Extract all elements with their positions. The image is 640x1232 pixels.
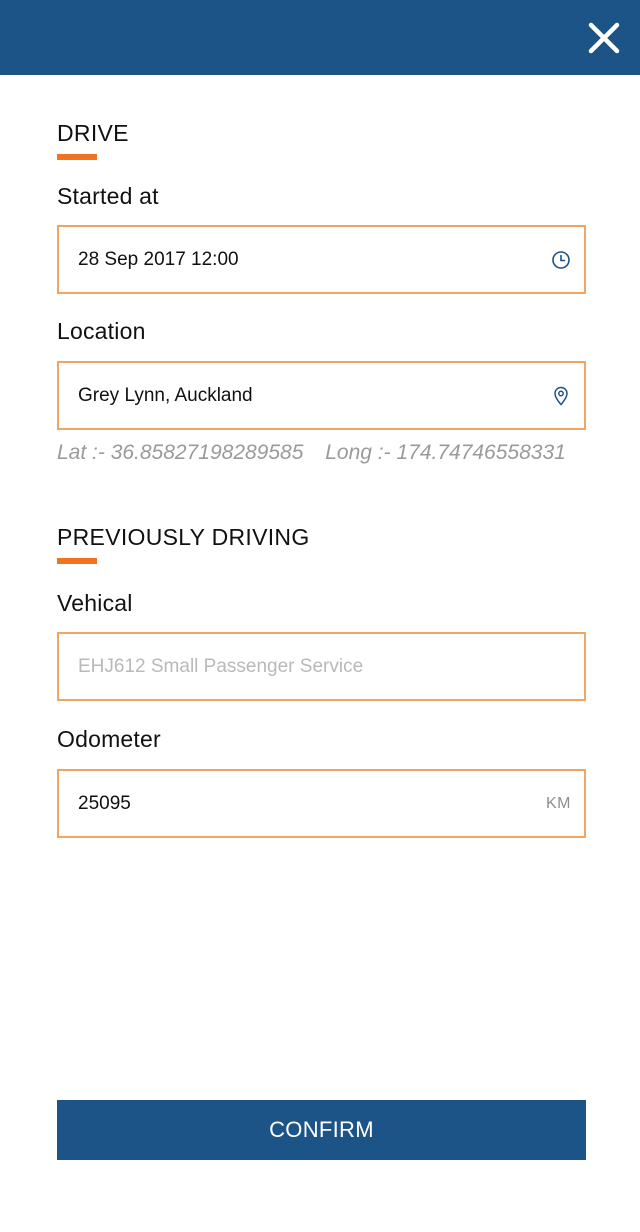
started-at-field[interactable]: 28 Sep 2017 12:00 (57, 225, 586, 294)
odometer-field[interactable]: 25095 KM (57, 769, 586, 838)
started-at-value: 28 Sep 2017 12:00 (78, 248, 239, 270)
previously-driving-title-underline (57, 558, 97, 564)
vehicle-label: Vehical (57, 590, 133, 616)
drive-section-title: DRIVE (57, 120, 129, 146)
longitude-text: Long :- 174.74746558331 (325, 441, 566, 464)
previously-driving-section-title: PREVIOUSLY DRIVING (57, 524, 310, 550)
odometer-value: 25095 (78, 792, 131, 814)
close-icon (588, 22, 620, 54)
location-field[interactable]: Grey Lynn, Auckland (57, 361, 586, 430)
location-label: Location (57, 318, 146, 344)
map-pin-icon[interactable] (550, 385, 572, 407)
confirm-button[interactable]: CONFIRM (57, 1100, 586, 1160)
started-at-label: Started at (57, 183, 159, 209)
close-button[interactable] (586, 20, 622, 56)
vehicle-field[interactable]: EHJ612 Small Passenger Service (57, 632, 586, 701)
location-value: Grey Lynn, Auckland (78, 384, 253, 406)
top-bar (0, 0, 640, 75)
odometer-unit: KM (546, 794, 571, 812)
vehicle-placeholder: EHJ612 Small Passenger Service (78, 655, 364, 677)
drive-title-underline (57, 154, 97, 160)
latitude-text: Lat :- 36.85827198289585 (57, 441, 304, 464)
odometer-label: Odometer (57, 726, 161, 752)
clock-icon[interactable] (550, 249, 572, 271)
coordinates-readout: Lat :- 36.85827198289585 Long :- 174.747… (57, 441, 566, 465)
